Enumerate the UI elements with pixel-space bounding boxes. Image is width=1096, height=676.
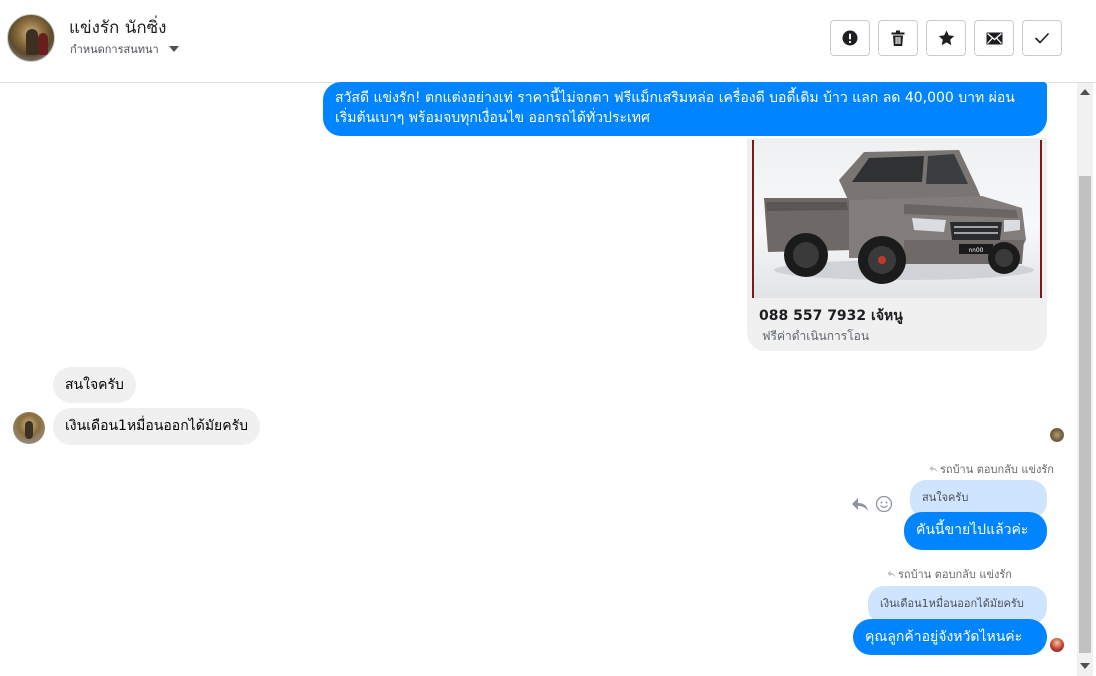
- listing-card-subtitle: ฟรีค่าดำเนินการโอน: [762, 329, 870, 343]
- sender-avatar[interactable]: [13, 412, 45, 444]
- header-toolbar: [830, 20, 1062, 56]
- incoming-message[interactable]: สนใจครับ: [53, 367, 136, 403]
- scroll-down-arrow-icon[interactable]: [1080, 663, 1090, 669]
- avatar-figure: [26, 29, 38, 55]
- seen-avatar: [1050, 428, 1064, 442]
- report-button[interactable]: [830, 20, 870, 56]
- reply-arrow-icon: [887, 570, 896, 578]
- caret-down-icon: [168, 46, 179, 52]
- mark-unread-button[interactable]: [974, 20, 1014, 56]
- delete-button[interactable]: [878, 20, 918, 56]
- emoji-reaction-icon[interactable]: [875, 495, 893, 513]
- conversation-actions-label: กำหนดการสนทนา: [70, 43, 159, 56]
- avatar-figure-2: [38, 33, 48, 55]
- incoming-message[interactable]: เงินเดือน1หมื่อนออกได้มัยครับ: [53, 408, 261, 445]
- exclamation-circle-icon: [842, 30, 858, 46]
- listing-card[interactable]: กก00 088 557 7932 เจ้หนู ฟรีค่าดำเนินการ…: [747, 138, 1047, 351]
- conversation-actions-dropdown[interactable]: กำหนดการสนทนา: [70, 40, 179, 58]
- scroll-up-arrow-icon[interactable]: [1080, 89, 1090, 95]
- pickup-truck-image: กก00: [764, 150, 1034, 284]
- reply-label-text: รถบ้าน ตอบกลับ แข่งรัก: [898, 568, 1012, 581]
- star-icon: [938, 30, 954, 46]
- car-photo: กก00: [752, 140, 1042, 298]
- star-button[interactable]: [926, 20, 966, 56]
- listing-card-title[interactable]: 088 557 7932 เจ้หนู: [759, 305, 903, 327]
- reply-label: รถบ้าน ตอบกลับ แข่งรัก: [887, 565, 1012, 583]
- message-list-scrollbar[interactable]: [1077, 83, 1093, 676]
- contact-name[interactable]: แข่งรัก นักซิ่ง: [69, 14, 166, 41]
- message-actions: [851, 495, 893, 513]
- seen-avatar: [1050, 638, 1064, 652]
- license-plate: กก00: [969, 247, 984, 254]
- contact-avatar[interactable]: [7, 14, 55, 62]
- conversation-header: แข่งรัก นักซิ่ง กำหนดการสนทนา: [0, 0, 1096, 83]
- reply-label-text: รถบ้าน ตอบกลับ แข่งรัก: [940, 463, 1054, 476]
- reply-label: รถบ้าน ตอบกลับ แข่งรัก: [929, 460, 1054, 478]
- reply-arrow-icon: [929, 465, 938, 473]
- checkmark-icon: [1034, 32, 1050, 44]
- trash-icon: [891, 30, 905, 46]
- outgoing-message[interactable]: สวัสดี แข่งรัก! ตกแต่งอย่างเท่ ราคานี้ไม…: [323, 82, 1047, 136]
- envelope-icon: [986, 32, 1002, 44]
- done-button[interactable]: [1022, 20, 1062, 56]
- reply-icon[interactable]: [851, 497, 869, 512]
- outgoing-reply-message[interactable]: คันนี้ขายไปแล้วค่ะ: [904, 512, 1047, 550]
- scroll-thumb[interactable]: [1079, 176, 1091, 653]
- outgoing-reply-message[interactable]: คุณลูกค้าอยู่จังหวัดไหนค่ะ: [853, 619, 1047, 655]
- avatar-figure: [25, 421, 33, 439]
